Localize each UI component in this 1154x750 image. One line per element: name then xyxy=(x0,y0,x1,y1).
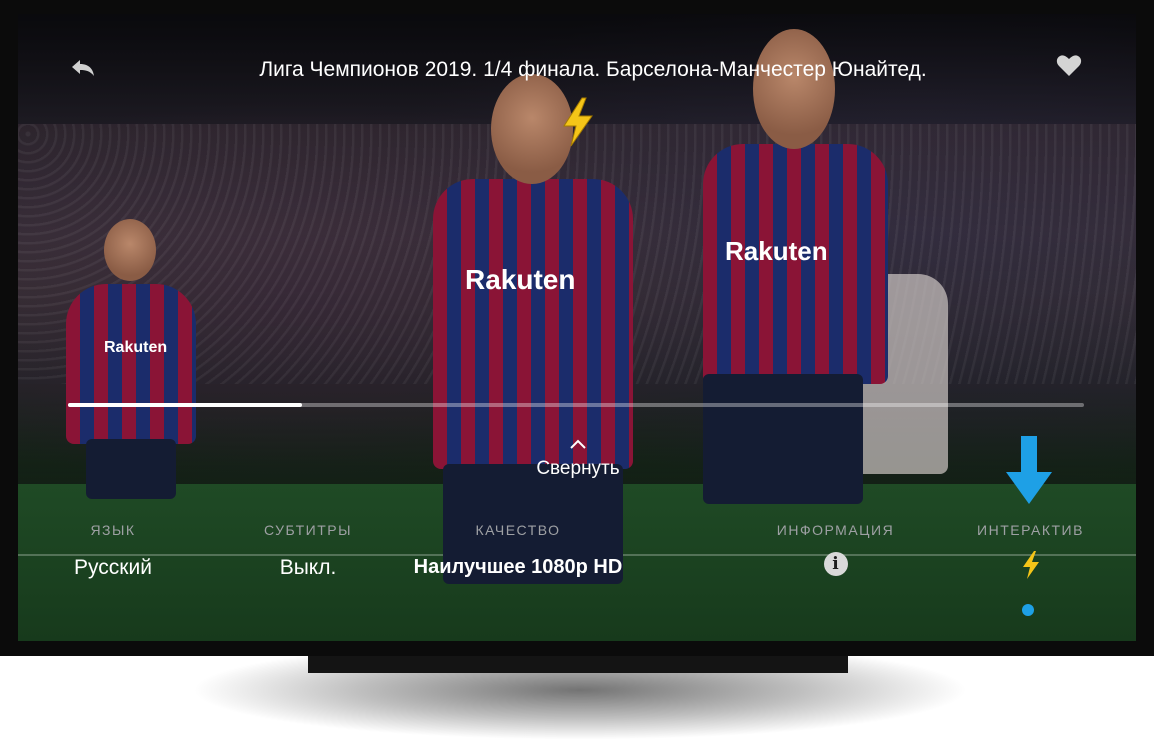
setting-label: ЯЗЫК xyxy=(90,522,136,538)
setting-interactive[interactable]: ИНТЕРАКТИВ xyxy=(963,522,1098,580)
sponsor-logo: Rakuten xyxy=(104,339,168,356)
setting-value: Наилучшее 1080p HD xyxy=(413,556,623,578)
back-button[interactable] xyxy=(68,52,100,84)
settings-bar: ЯЗЫК Русский СУБТИТРЫ Выкл. КАЧЕСТВО Наи… xyxy=(18,522,1136,632)
player-left: Rakuten xyxy=(66,219,196,499)
info-icon: i xyxy=(823,552,848,576)
heart-icon xyxy=(1056,55,1082,76)
setting-label: ИНТЕРАКТИВ xyxy=(977,522,1084,538)
setting-value: Выкл. xyxy=(279,556,337,579)
setting-quality[interactable]: КАЧЕСТВО Наилучшее 1080p HD xyxy=(378,522,658,579)
player-right: Rakuten xyxy=(703,29,888,504)
player-shorts xyxy=(86,439,176,499)
progress-bar[interactable] xyxy=(68,403,1084,407)
progress-fill xyxy=(68,403,302,407)
player-center: Rakuten xyxy=(433,74,633,584)
chevron-up-icon xyxy=(570,439,586,449)
back-arrow-icon xyxy=(72,60,94,76)
setting-label: СУБТИТРЫ xyxy=(264,522,352,538)
setting-value: Русский xyxy=(74,556,152,579)
player-shorts xyxy=(703,374,863,504)
tv-frame: Rakuten Rakuten Rakuten Лига Чемпионов 2… xyxy=(0,0,1154,656)
arrow-down-icon xyxy=(1006,436,1052,504)
video-screen[interactable]: Rakuten Rakuten Rakuten Лига Чемпионов 2… xyxy=(18,14,1136,641)
collapse-button[interactable]: Свернуть xyxy=(508,438,648,480)
tv-stand xyxy=(308,656,848,673)
setting-label: КАЧЕСТВО xyxy=(475,522,561,538)
setting-label: ИНФОРМАЦИЯ xyxy=(776,522,895,538)
player-head xyxy=(104,219,156,281)
favorite-button[interactable] xyxy=(1056,54,1086,82)
player-head xyxy=(753,29,835,149)
sponsor-logo: Rakuten xyxy=(725,236,828,266)
video-title: Лига Чемпионов 2019. 1/4 финала. Барсело… xyxy=(259,58,927,81)
sponsor-logo: Rakuten xyxy=(465,264,576,295)
setting-language[interactable]: ЯЗЫК Русский xyxy=(48,522,178,580)
active-indicator-dot xyxy=(1022,604,1034,616)
setting-information[interactable]: ИНФОРМАЦИЯ i xyxy=(763,522,908,576)
collapse-label: Свернуть xyxy=(536,458,620,479)
setting-subtitles[interactable]: СУБТИТРЫ Выкл. xyxy=(243,522,373,580)
interactive-lightning-icon[interactable] xyxy=(560,96,596,148)
lightning-icon xyxy=(1022,551,1039,579)
